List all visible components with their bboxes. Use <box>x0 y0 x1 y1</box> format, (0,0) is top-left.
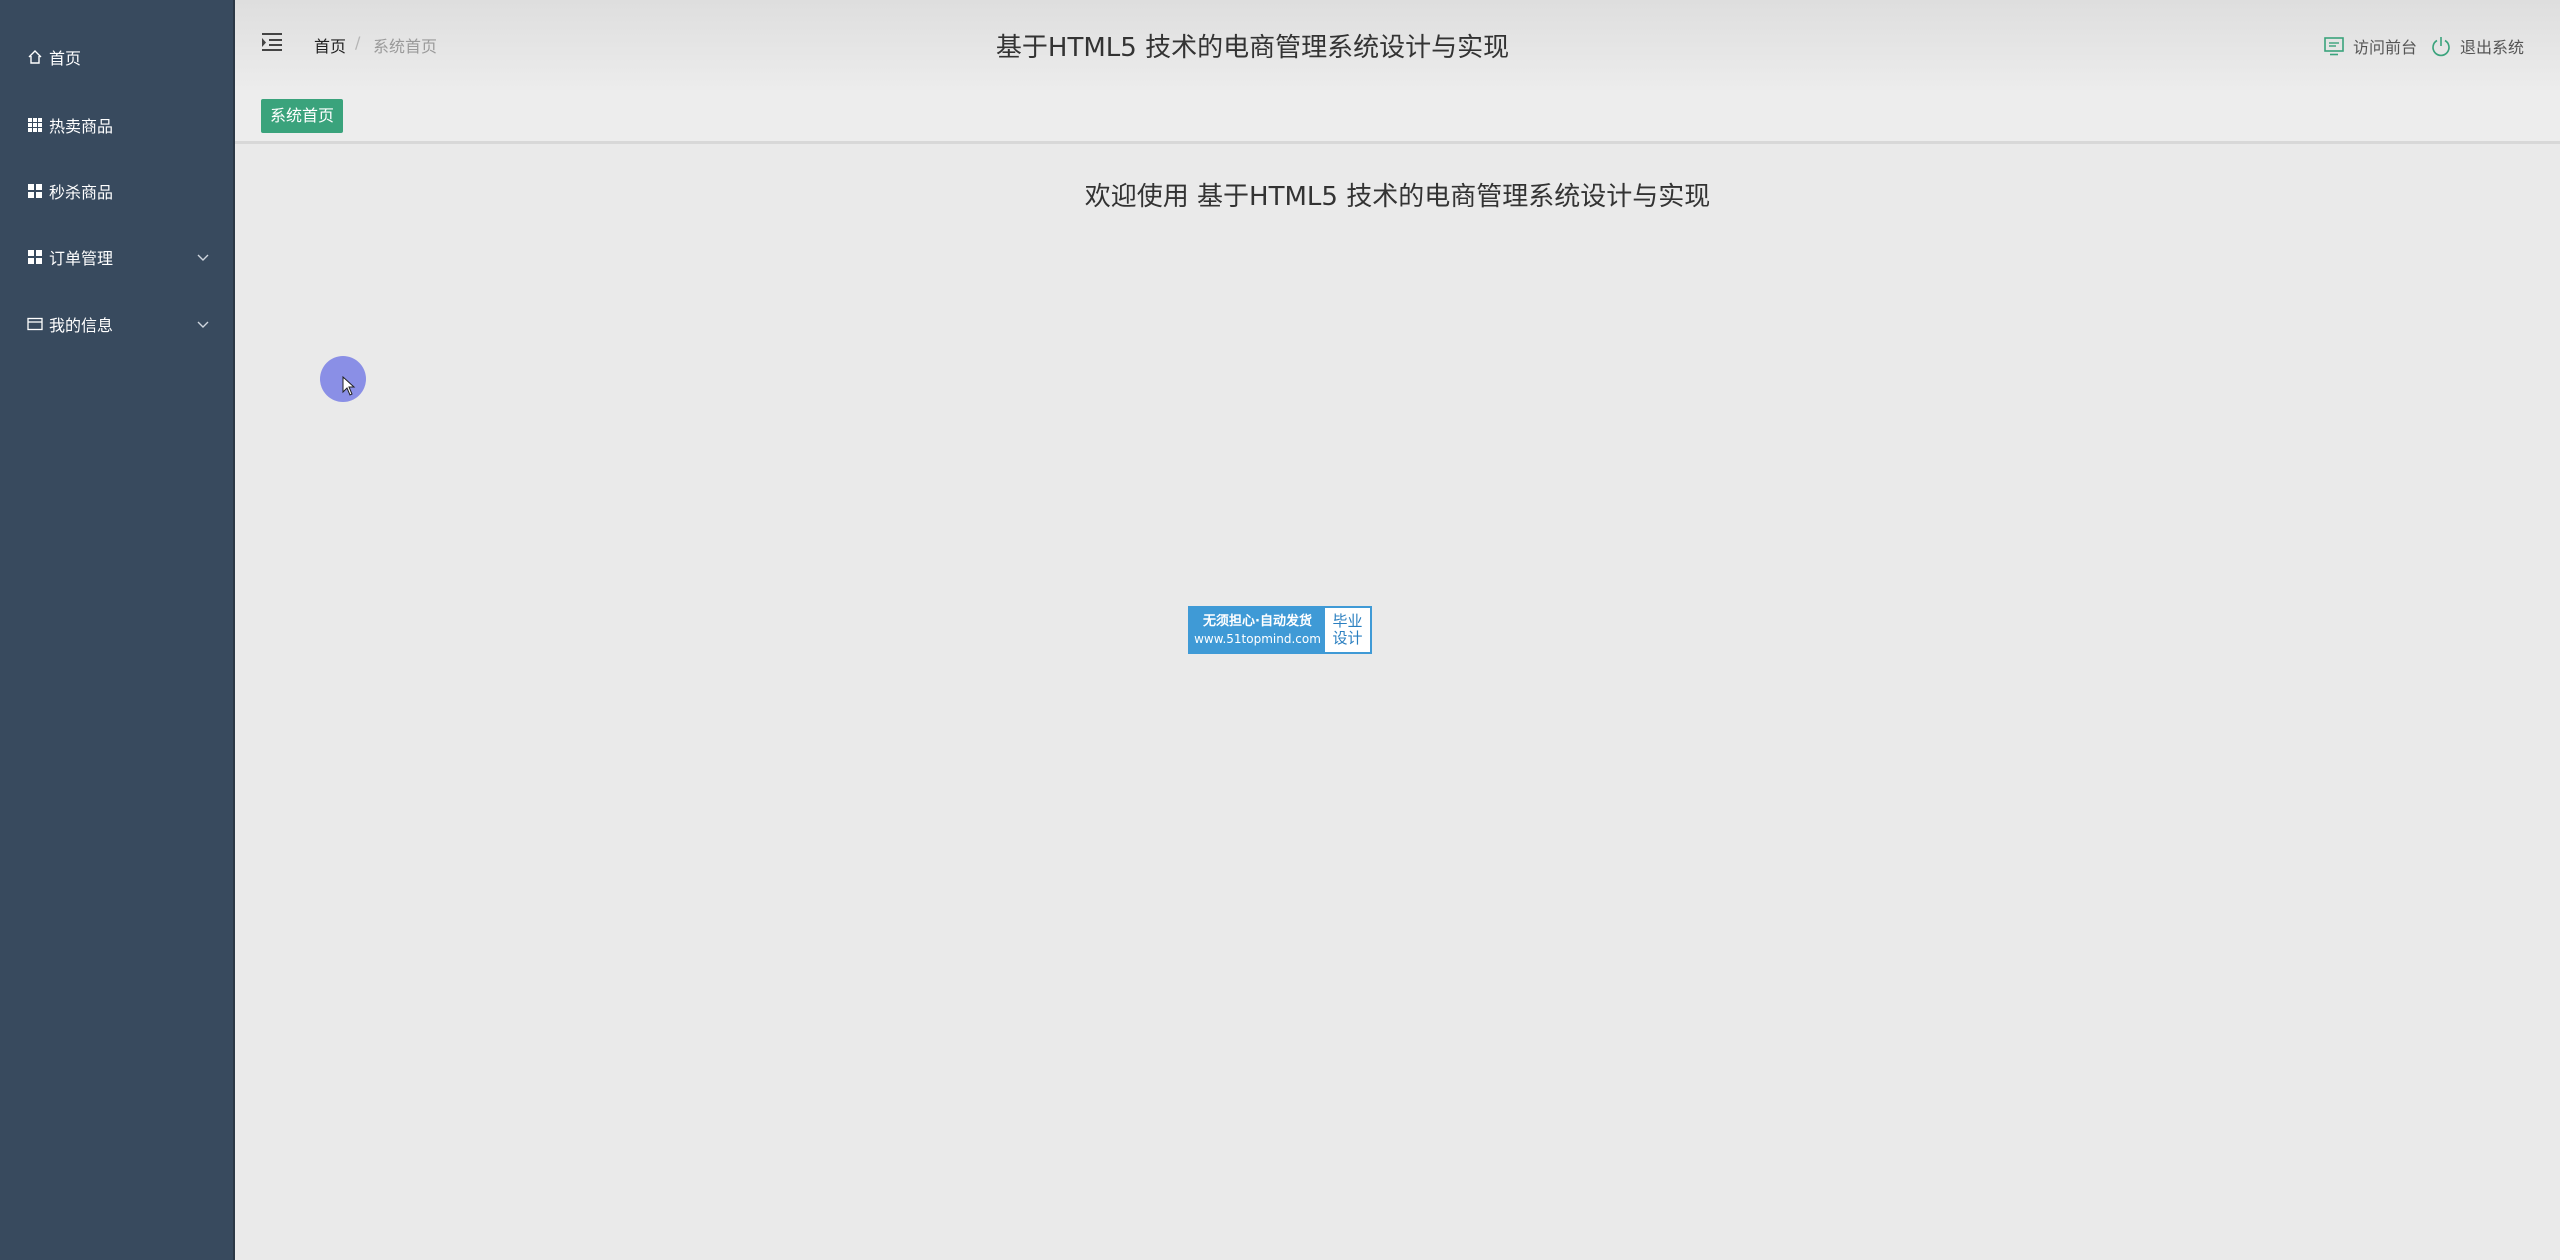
tab-bar: 系统首页 <box>235 90 2560 144</box>
monitor-icon <box>2323 35 2345 57</box>
chevron-down-icon <box>195 316 211 332</box>
logout-label: 退出系统 <box>2460 38 2525 57</box>
visit-front-button[interactable]: 访问前台 <box>2323 34 2417 58</box>
home-icon <box>26 48 44 66</box>
watermark-badge: 无须担心·自动发货 www.51topmind.com 毕业 设计 <box>1188 606 1372 654</box>
tab-system-home[interactable]: 系统首页 <box>261 99 344 133</box>
sidebar-item-flash-sale[interactable]: 秒杀商品 <box>0 161 233 221</box>
sidebar-item-label: 我的信息 <box>49 316 114 335</box>
watermark-right-line2: 设计 <box>1332 629 1363 647</box>
top-header: 首页 / 系统首页 基于HTML5 技术的电商管理系统设计与实现 访问前台 退出… <box>235 0 2560 90</box>
visit-front-label: 访问前台 <box>2353 38 2418 57</box>
watermark-right-line1: 毕业 <box>1332 612 1363 630</box>
chevron-down-icon <box>195 249 211 265</box>
page-title: 基于HTML5 技术的电商管理系统设计与实现 <box>995 33 1510 63</box>
sidebar-item-label: 首页 <box>49 49 82 68</box>
sidebar-item-my-info[interactable]: 我的信息 <box>0 294 233 354</box>
watermark-left: 无须担心·自动发货 www.51topmind.com <box>1190 608 1325 652</box>
grid-icon <box>26 116 44 134</box>
power-icon <box>2430 35 2452 57</box>
sidebar-item-label: 热卖商品 <box>49 117 114 136</box>
sidebar-item-label: 订单管理 <box>49 249 114 268</box>
watermark-right: 毕业 设计 <box>1325 608 1370 652</box>
sidebar-item-order-management[interactable]: 订单管理 <box>0 227 233 287</box>
sidebar-item-hot-products[interactable]: 热卖商品 <box>0 95 233 155</box>
id-card-icon <box>26 315 44 333</box>
apps-icon <box>26 248 44 266</box>
apps-icon <box>26 182 44 200</box>
sidebar-item-label: 秒杀商品 <box>49 183 114 202</box>
mouse-pointer-icon <box>342 375 356 396</box>
welcome-message: 欢迎使用 基于HTML5 技术的电商管理系统设计与实现 <box>1084 182 1711 212</box>
logout-button[interactable]: 退出系统 <box>2430 34 2524 58</box>
watermark-url: www.51topmind.com <box>1194 632 1321 646</box>
sidebar: 首页 热卖商品 秒杀商品 订单管理 我的信息 <box>0 0 235 1260</box>
watermark-slogan: 无须担心·自动发货 <box>1203 614 1312 629</box>
